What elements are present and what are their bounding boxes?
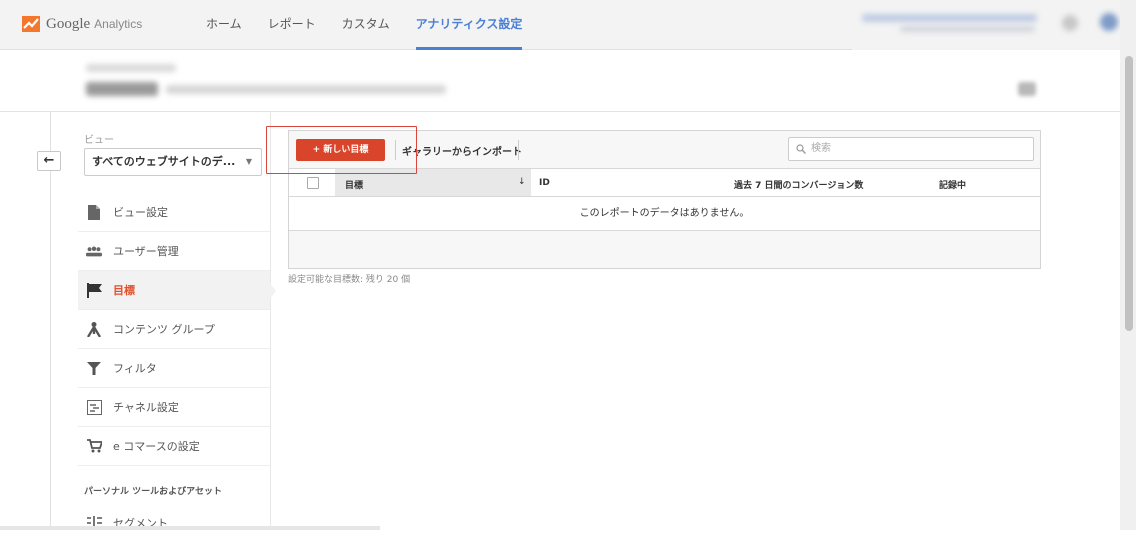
horizontal-scrollbar[interactable] — [0, 526, 380, 530]
flag-icon — [86, 282, 102, 298]
sidebar-rail — [50, 112, 51, 530]
main-nav: ホーム レポート カスタム アナリティクス設定 — [206, 0, 548, 50]
sidebar-item-content-grouping[interactable]: コンテンツ グループ — [78, 310, 270, 349]
sidebar-item-label: e コマースの設定 — [113, 440, 200, 453]
scrollbar-thumb[interactable] — [1125, 56, 1133, 331]
logo-google-text: Google — [46, 15, 91, 32]
sidebar-item-user-management[interactable]: ユーザー管理 — [78, 232, 270, 271]
sidebar-item-label: コンテンツ グループ — [113, 323, 215, 336]
search-icon — [796, 144, 806, 154]
nav-reports[interactable]: レポート — [268, 0, 316, 50]
filter-icon — [86, 360, 102, 376]
column-header-id[interactable]: ID — [539, 178, 550, 188]
chevron-down-icon: ▼ — [245, 157, 252, 166]
view-selector[interactable]: すべてのウェブサイトのデ... ▼ — [84, 148, 262, 176]
sidebar-item-ecommerce[interactable]: e コマースの設定 — [78, 427, 270, 466]
search-input[interactable]: 検索 — [788, 137, 1034, 161]
sidebar-item-label: ビュー設定 — [113, 206, 168, 219]
back-arrow-icon[interactable]: ← — [37, 151, 61, 171]
account-detail-blurred — [900, 26, 1035, 32]
users-icon — [86, 243, 102, 259]
content-group-icon — [86, 321, 102, 337]
table-footer — [289, 231, 1040, 268]
avatar-icon[interactable] — [1100, 13, 1118, 31]
sidebar-divider — [270, 112, 271, 530]
sidebar-item-segments[interactable]: セグメント — [78, 503, 270, 542]
property-title-blurred — [86, 82, 158, 96]
sidebar-item-goals[interactable]: 目標 — [78, 271, 270, 310]
sidebar-item-label: チャネル設定 — [113, 401, 179, 414]
top-bar: Google Analytics ホーム レポート カスタム アナリティクス設定 — [0, 0, 1136, 50]
column-header-goal[interactable]: 目標 — [345, 178, 363, 191]
import-from-gallery-link[interactable]: ギャラリーからインポート — [402, 143, 522, 158]
settings-icon[interactable] — [1062, 15, 1078, 31]
annotation-highlight-box — [266, 126, 417, 174]
account-area[interactable] — [852, 0, 1122, 50]
column-header-recording[interactable]: 記録中 — [939, 178, 966, 191]
column-header-conversions[interactable]: 過去 7 日間のコンバージョン数 — [734, 178, 863, 191]
analytics-logo-icon — [22, 16, 40, 32]
cart-icon — [86, 438, 102, 454]
google-analytics-logo[interactable]: Google Analytics — [22, 14, 142, 34]
breadcrumb-blurred — [86, 64, 176, 72]
remaining-goals-count: 設定可能な目標数: 残り 20 個 — [288, 275, 411, 285]
header-action-icon[interactable] — [1018, 82, 1036, 96]
logo-analytics-text: Analytics — [94, 17, 143, 31]
sidebar-item-view-settings[interactable]: ビュー設定 — [78, 193, 270, 232]
select-all-checkbox[interactable] — [307, 177, 319, 189]
active-item-pointer — [270, 283, 276, 299]
sort-arrow-icon[interactable]: ↓ — [518, 177, 526, 187]
view-label: ビュー — [84, 135, 114, 146]
sidebar-item-label: フィルタ — [113, 362, 157, 375]
toolbar-divider — [518, 140, 519, 160]
section-personal-tools: パーソナル ツールおよびアセット — [84, 487, 222, 497]
document-icon — [86, 204, 102, 220]
property-subtitle-blurred — [166, 85, 446, 94]
nav-home[interactable]: ホーム — [206, 0, 242, 50]
sidebar-item-channel-settings[interactable]: チャネル設定 — [78, 388, 270, 427]
channel-icon — [86, 399, 102, 415]
sidebar-item-filters[interactable]: フィルタ — [78, 349, 270, 388]
view-selected-value: すべてのウェブサイトのデ... — [92, 155, 236, 168]
page-header — [0, 50, 1120, 112]
account-name-blurred — [862, 14, 1037, 22]
nav-custom[interactable]: カスタム — [342, 0, 390, 50]
nav-admin[interactable]: アナリティクス設定 — [415, 0, 523, 50]
sidebar-item-label: ユーザー管理 — [113, 245, 179, 258]
sidebar-item-label: 目標 — [113, 284, 135, 297]
empty-table-message: このレポートのデータはありません。 — [289, 197, 1040, 231]
search-placeholder: 検索 — [811, 143, 831, 154]
